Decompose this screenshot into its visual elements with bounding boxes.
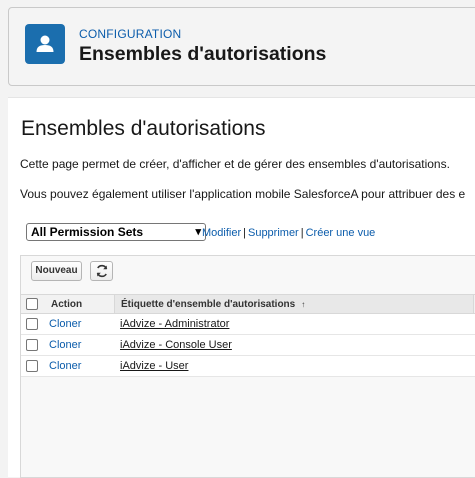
view-select-value: All Permission Sets [31,225,144,239]
main-content: Ensembles d'autorisations Cette page per… [8,97,475,478]
table-row: Cloner iAdvize - User [21,356,475,377]
row-checkbox[interactable] [26,360,38,372]
chevron-down-icon: ▾ [195,226,201,238]
permission-set-link[interactable]: iAdvize - User [120,360,188,372]
new-button[interactable]: Nouveau [31,261,82,281]
row-checkbox[interactable] [26,318,38,330]
view-select[interactable]: All Permission Sets ▾ [26,223,206,241]
column-header-label-text: Étiquette d'ensemble d'autorisations [121,299,296,310]
column-header-label[interactable]: Étiquette d'ensemble d'autorisations ↑ [114,295,474,313]
sort-ascending-icon: ↑ [301,300,306,309]
clone-link[interactable]: Cloner [49,360,81,372]
select-all-checkbox[interactable] [26,298,38,310]
table-row: Cloner iAdvize - Console User [21,335,475,356]
table-header: Action Étiquette d'ensemble d'autorisati… [21,294,475,314]
user-icon [25,24,65,64]
page-header: CONFIGURATION Ensembles d'autorisations [8,7,475,86]
header-subtitle: CONFIGURATION [79,27,182,41]
page-description: Cette page permet de créer, d'afficher e… [20,157,450,171]
column-header-action: Action [51,299,83,310]
page-description-mobile: Vous pouvez également utiliser l'applica… [20,187,466,201]
row-checkbox[interactable] [26,339,38,351]
clone-link[interactable]: Cloner [49,339,81,351]
edit-view-link[interactable]: Modifier [202,227,241,239]
view-links: Modifier | Supprimer | Créer une vue [202,227,376,239]
page-title: Ensembles d'autorisations [21,117,266,140]
refresh-button[interactable] [90,261,113,281]
list-panel: Nouveau Action Étiquette d'ensemble d'au… [20,255,475,478]
permission-sets-table: Action Étiquette d'ensemble d'autorisati… [21,294,475,377]
clone-link[interactable]: Cloner [49,318,81,330]
table-row: Cloner iAdvize - Administrator [21,314,475,335]
header-title: Ensembles d'autorisations [79,43,327,65]
permission-set-link[interactable]: iAdvize - Console User [120,339,232,351]
refresh-icon [96,264,108,278]
permission-set-link[interactable]: iAdvize - Administrator [120,318,229,330]
delete-view-link[interactable]: Supprimer [248,227,299,239]
create-view-link[interactable]: Créer une vue [306,227,376,239]
